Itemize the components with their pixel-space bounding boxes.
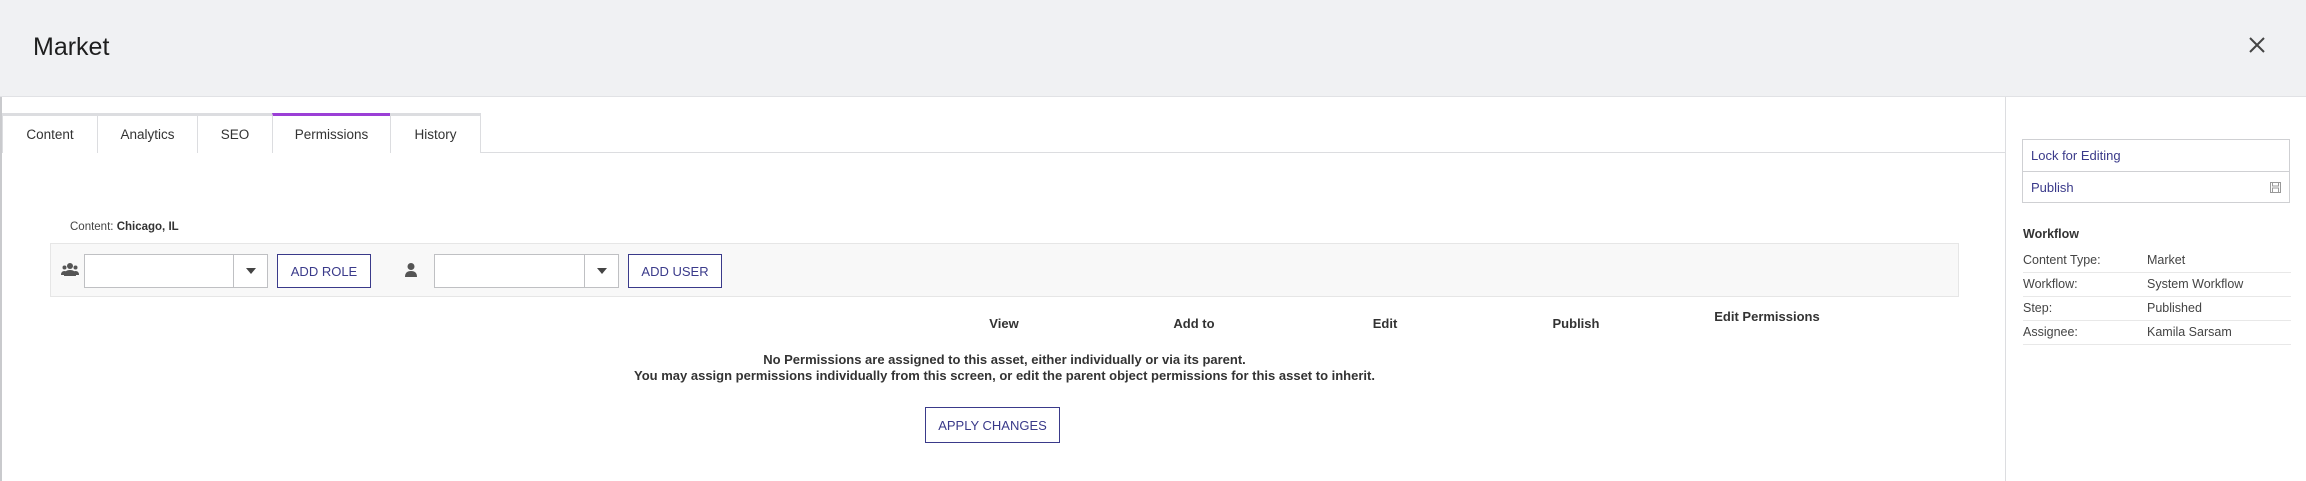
column-edit-permissions: Edit Permissions [1714, 309, 1820, 324]
add-user-button[interactable]: ADD USER [628, 254, 722, 288]
workflow-row: Content Type: Market [2023, 249, 2291, 273]
no-permissions-message: No Permissions are assigned to this asse… [763, 352, 1246, 367]
page-title: Market [33, 33, 110, 61]
main-panel: Content Analytics SEO Permissions Histor… [0, 97, 2007, 481]
tab-seo[interactable]: SEO [197, 113, 273, 153]
close-icon[interactable] [2242, 30, 2272, 60]
workflow-value: Market [2147, 253, 2186, 267]
workflow-row: Assignee: Kamila Sarsam [2023, 321, 2291, 345]
role-select[interactable] [84, 254, 268, 288]
user-select[interactable] [434, 254, 619, 288]
content-value: Chicago, IL [116, 221, 179, 233]
tab-permissions[interactable]: Permissions [272, 113, 391, 153]
chevron-down-icon[interactable] [584, 255, 618, 287]
workflow-value: System Workflow [2147, 277, 2244, 291]
sidebar: Lock for Editing Publish Workflow Conten… [2005, 97, 2306, 481]
publish-link[interactable]: Publish [2031, 180, 2074, 195]
action-box: Lock for Editing Publish [2022, 139, 2290, 203]
column-view: View [989, 316, 1019, 331]
group-icon [61, 262, 79, 278]
apply-changes-button[interactable]: APPLY CHANGES [925, 407, 1060, 443]
workflow-key: Content Type: [2023, 253, 2101, 267]
user-icon [404, 262, 418, 278]
modal-header: Market [0, 0, 2306, 97]
tab-bar: Content Analytics SEO Permissions Histor… [2, 113, 2007, 153]
workflow-key: Step: [2023, 301, 2053, 315]
workflow-key: Assignee: [2023, 325, 2078, 339]
column-edit: Edit [1372, 316, 1398, 331]
workflow-value: Published [2147, 301, 2202, 315]
workflow-title: Workflow [2023, 227, 2080, 241]
save-icon[interactable] [2270, 180, 2281, 193]
column-add-to: Add to [1173, 316, 1215, 331]
tab-history[interactable]: History [390, 113, 481, 153]
tab-analytics[interactable]: Analytics [97, 113, 198, 153]
permissions-toolbar: ADD ROLE ADD USER [50, 243, 1959, 297]
workflow-row: Step: Published [2023, 297, 2291, 321]
tab-content[interactable]: Content [2, 113, 98, 153]
lock-for-editing-link[interactable]: Lock for Editing [2031, 148, 2121, 163]
workflow-row: Workflow: System Workflow [2023, 273, 2291, 297]
permissions-modal: Market Content Analytics SEO Permissions… [0, 0, 2306, 481]
workflow-key: Workflow: [2023, 277, 2078, 291]
workflow-value: Kamila Sarsam [2147, 325, 2232, 339]
chevron-down-icon[interactable] [233, 255, 267, 287]
column-publish: Publish [1552, 316, 1600, 331]
divider [2023, 171, 2289, 172]
no-permissions-hint: You may assign permissions individually … [634, 368, 1375, 383]
content-label: Content: Chicago, IL [70, 221, 179, 233]
add-role-button[interactable]: ADD ROLE [277, 254, 371, 288]
